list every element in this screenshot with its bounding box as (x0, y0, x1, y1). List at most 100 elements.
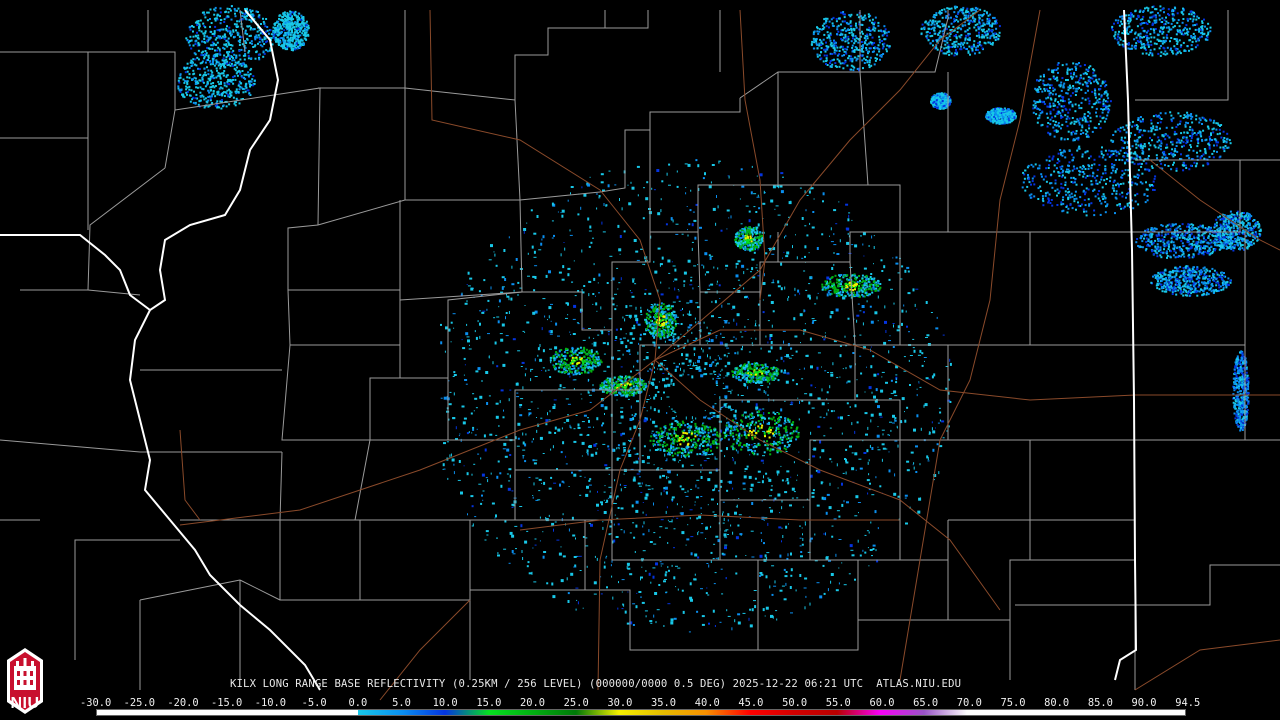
echo-pixel (706, 449, 709, 452)
echo-pixel (202, 22, 205, 25)
echo-pixel (690, 439, 693, 442)
echo-pixel (616, 267, 619, 269)
echo-pixel (500, 389, 504, 392)
echo-pixel (811, 321, 814, 324)
echo-pixel (537, 407, 539, 409)
echo-pixel (592, 237, 594, 239)
echo-pixel (664, 573, 667, 577)
echo-pixel (769, 495, 772, 497)
echo-pixel (745, 205, 749, 207)
echo-pixel (921, 352, 924, 355)
echo-pixel (746, 465, 749, 468)
echo-pixel (727, 519, 729, 522)
echo-pixel (707, 342, 709, 344)
echo-pixel (904, 419, 907, 423)
echo-pixel (617, 358, 620, 361)
echo-pixel (913, 349, 916, 353)
echo-pixel (833, 244, 837, 246)
echo-pixel (666, 433, 669, 436)
echo-pixel (799, 292, 801, 295)
echo-pixel (583, 193, 587, 197)
echo-pixel (868, 459, 870, 462)
echo-pixel (258, 16, 261, 19)
echo-pixel (451, 458, 455, 462)
echo-pixel (712, 609, 715, 613)
echo-pixel (656, 169, 660, 172)
echo-pixel (588, 328, 591, 329)
echo-pixel (625, 394, 628, 397)
echo-pixel (617, 507, 620, 509)
echo-pixel (238, 44, 241, 46)
echo-pixel (647, 325, 649, 328)
echo-pixel (229, 32, 231, 35)
echo-pixel (865, 288, 868, 291)
echo-pixel (567, 363, 570, 366)
echo-pixel (687, 442, 690, 445)
echo-pixel (194, 21, 197, 24)
echo-pixel (701, 264, 704, 266)
echo-pixel (468, 348, 472, 350)
echo-pixel (737, 279, 740, 281)
echo-pixel (897, 444, 899, 448)
echo-pixel (852, 352, 855, 354)
echo-pixel (466, 432, 469, 435)
echo-pixel (619, 198, 620, 201)
echo-pixel (853, 274, 856, 277)
echo-pixel (453, 374, 457, 376)
echo-pixel (666, 476, 668, 480)
echo-pixel (891, 422, 895, 424)
echo-pixel (841, 285, 844, 288)
echo-pixel (868, 531, 870, 534)
echo-pixel (632, 624, 635, 626)
echo-pixel (608, 467, 611, 469)
echo-pixel (241, 15, 244, 17)
echo-pixel (196, 36, 199, 39)
echo-pixel (890, 288, 893, 290)
echo-pixel (742, 425, 745, 428)
echo-pixel (209, 18, 211, 20)
echo-pixel (677, 444, 678, 446)
echo-pixel (495, 434, 498, 436)
echo-pixel (442, 468, 444, 470)
echo-pixel (642, 511, 644, 514)
echo-pixel (681, 353, 683, 357)
echo-pixel (266, 26, 269, 28)
echo-pixel (569, 368, 572, 371)
echo-pixel (704, 362, 708, 366)
echo-pixel (648, 572, 651, 576)
echo-pixel (830, 227, 832, 231)
echo-pixel (666, 396, 670, 398)
echo-pixel (747, 449, 750, 452)
echo-pixel (533, 256, 537, 258)
echo-pixel (192, 30, 194, 33)
echo-pixel (715, 439, 718, 442)
echo-pixel (756, 175, 758, 177)
echo-pixel (685, 192, 687, 195)
echo-pixel (906, 266, 910, 269)
echo-pixel (631, 337, 635, 340)
echo-pixel (548, 270, 551, 274)
echo-pixel (660, 563, 664, 565)
echo-pixel (687, 326, 691, 329)
echo-pixel (870, 365, 873, 369)
echo-pixel (551, 220, 554, 222)
echo-pixel (757, 481, 761, 483)
echo-pixel (909, 384, 911, 386)
echo-pixel (682, 610, 685, 614)
echo-pixel (650, 435, 653, 438)
echo-pixel (768, 428, 770, 431)
echo-pixel (645, 356, 649, 360)
echo-pixel (762, 379, 765, 382)
echo-pixel (788, 296, 790, 298)
echo-pixel (563, 371, 566, 374)
echo-pixel (763, 369, 766, 372)
echo-pixel (219, 11, 222, 14)
echo-pixel (653, 435, 656, 438)
echo-pixel (867, 461, 869, 465)
echo-pixel (680, 333, 682, 335)
echo-pixel (720, 332, 722, 335)
echo-pixel (567, 592, 570, 595)
echo-pixel (749, 430, 751, 432)
echo-pixel (714, 359, 717, 361)
echo-pixel (587, 367, 590, 370)
